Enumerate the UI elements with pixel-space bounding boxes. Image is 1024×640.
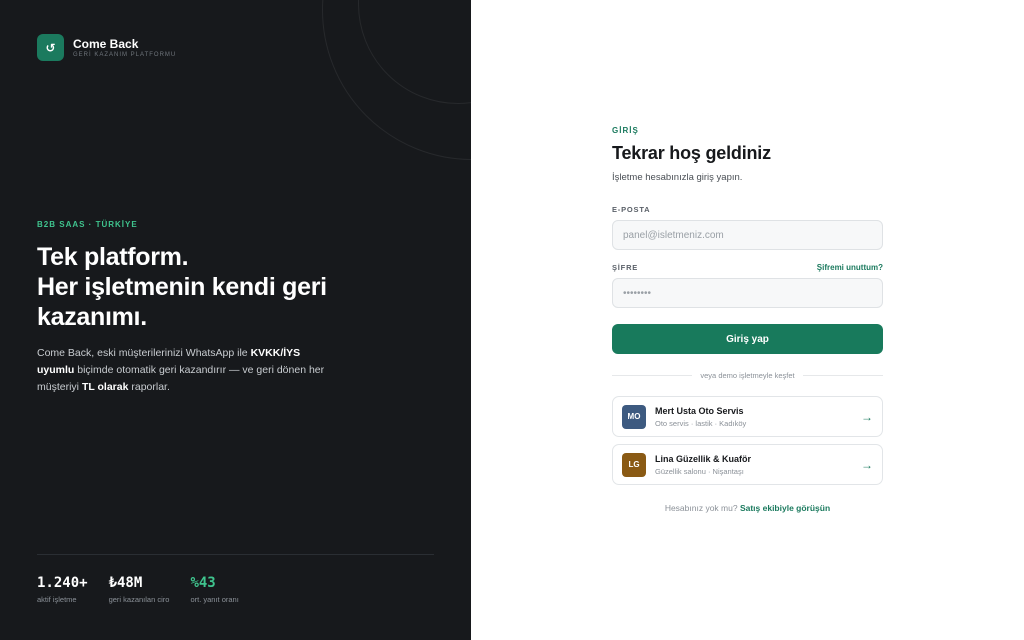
signup-text: Hesabınız yok mu?	[664, 503, 740, 513]
stat-recovered-revenue: ₺48M geri kazanılan ciro	[109, 575, 170, 604]
form-eyebrow: GİRİŞ	[612, 126, 639, 135]
avatar: LG	[622, 452, 646, 477]
email-label: E-POSTA	[612, 205, 651, 214]
stat-active-businesses: 1.240+ aktif işletme	[37, 575, 88, 604]
logo-icon: ↺	[37, 34, 64, 61]
contact-sales-link[interactable]: Satış ekibiyle görüşün	[740, 503, 830, 513]
form-subtitle: İşletme hesabınızla giriş yapın.	[612, 172, 743, 183]
demo-business-card[interactable]: MO Mert Usta Oto Servis Oto servis · las…	[612, 396, 883, 437]
brand-panel: ↺ Come Back GERİ KAZANIM PLATFORMU B2B S…	[0, 0, 471, 640]
brand: ↺ Come Back GERİ KAZANIM PLATFORMU	[37, 34, 176, 61]
desc-text-3: raporlar.	[128, 381, 170, 393]
stat-value: %43	[190, 575, 216, 591]
hero-eyebrow: B2B SAAS · TÜRKİYE	[37, 220, 138, 229]
form-title: Tekrar hoş geldiniz	[612, 143, 771, 163]
avatar: MO	[622, 404, 646, 429]
brand-name: Come Back	[73, 36, 139, 51]
desc-text-1: Come Back, eski müşterilerinizi WhatsApp…	[37, 347, 251, 359]
signup-prompt: Hesabınız yok mu? Satış ekibiyle görüşün	[612, 503, 883, 513]
brand-tagline: GERİ KAZANIM PLATFORMU	[73, 51, 177, 58]
hero-description: Come Back, eski müşterilerinizi WhatsApp…	[37, 345, 337, 396]
password-field[interactable]	[612, 278, 883, 308]
hero-headline: Tek platform. Her işletmenin kendi geri …	[37, 242, 327, 332]
divider-line	[802, 375, 883, 376]
demo-business-card[interactable]: LG Lina Güzellik & Kuaför Güzellik salon…	[612, 444, 883, 485]
arrow-right-icon: →	[861, 457, 873, 472]
password-label: ŞİFRE	[612, 263, 639, 272]
email-label-row: E-POSTA	[612, 205, 883, 214]
divider-text: veya demo işletmeyle keşfet	[700, 371, 795, 380]
password-label-row: ŞİFRE Şifremi unuttum?	[612, 263, 883, 272]
stat-label: aktif işletme	[37, 595, 77, 604]
desc-text-2: biçimde otomatik geri kazandırır — ve ge…	[37, 364, 325, 393]
demo-subtitle: Oto servis · lastik · Kadıköy	[655, 418, 747, 428]
demo-name: Lina Güzellik & Kuaför	[655, 453, 752, 464]
demo-divider: veya demo işletmeyle keşfet	[612, 371, 883, 380]
desc-bold-2: TL olarak	[81, 381, 129, 393]
stat-value: ₺48M	[108, 575, 143, 591]
forgot-password-link[interactable]: Şifremi unuttum?	[817, 263, 883, 272]
stat-label: ort. yanıt oranı	[190, 595, 239, 604]
headline-line-1: Tek platform.	[37, 243, 189, 271]
demo-name: Mert Usta Oto Servis	[655, 405, 744, 416]
stat-value: 1.240+	[37, 575, 88, 591]
demo-text: Lina Güzellik & Kuaför Güzellik salonu ·…	[655, 454, 861, 476]
headline-line-3: kazanımı.	[37, 303, 147, 331]
headline-line-2: Her işletmenin kendi geri	[37, 273, 327, 301]
email-field[interactable]	[612, 220, 883, 250]
brand-text: Come Back GERİ KAZANIM PLATFORMU	[73, 36, 177, 58]
divider-line	[612, 375, 693, 376]
login-button[interactable]: Giriş yap	[612, 324, 883, 354]
demo-subtitle: Güzellik salonu · Nişantaşı	[655, 466, 744, 476]
stat-response-rate: %43 ort. yanıt oranı	[190, 575, 238, 604]
login-form: GİRİŞ Tekrar hoş geldiniz İşletme hesabı…	[612, 126, 883, 513]
stats-row: 1.240+ aktif işletme ₺48M geri kazanılan…	[37, 575, 260, 604]
stats-divider	[37, 554, 434, 555]
demo-text: Mert Usta Oto Servis Oto servis · lastik…	[655, 406, 861, 428]
arrow-right-icon: →	[861, 409, 873, 424]
stat-label: geri kazanılan ciro	[108, 595, 170, 604]
